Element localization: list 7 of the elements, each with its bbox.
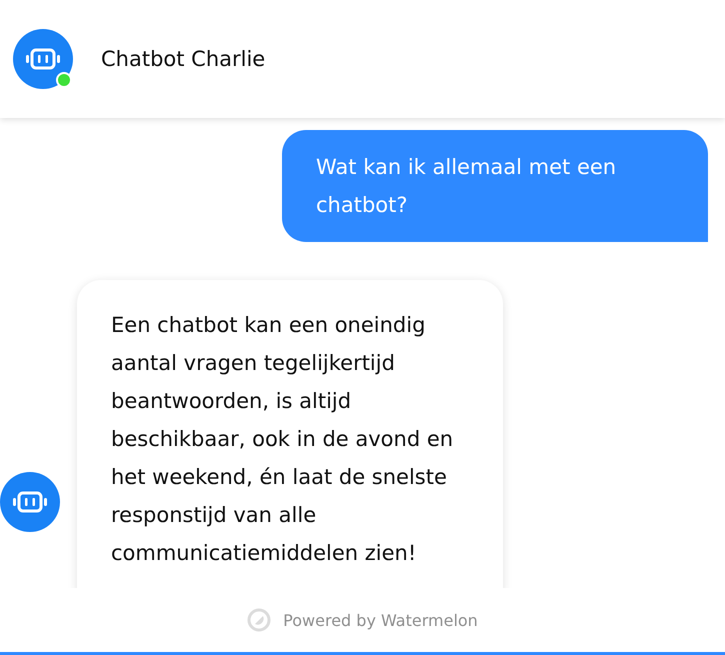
watermelon-logo-icon bbox=[247, 608, 272, 632]
user-message-bubble: Wat kan ik allemaal met een chatbot? bbox=[282, 130, 708, 242]
bot-message-bubble: Een chatbot kan een oneindig aantal vragen tegelijkertijd beantwoorden, is altijd beschikbaar, ook in de avond en het weekend, én laat de snelste responstijd van alle communicatiemiddelen zien! bbox=[77, 280, 503, 588]
chatbot-name: Chatbot Charlie bbox=[101, 47, 266, 71]
robot-avatar-icon bbox=[0, 472, 60, 532]
powered-by-text: Powered by Watermelon bbox=[283, 610, 478, 630]
robot-avatar-icon bbox=[13, 29, 73, 89]
